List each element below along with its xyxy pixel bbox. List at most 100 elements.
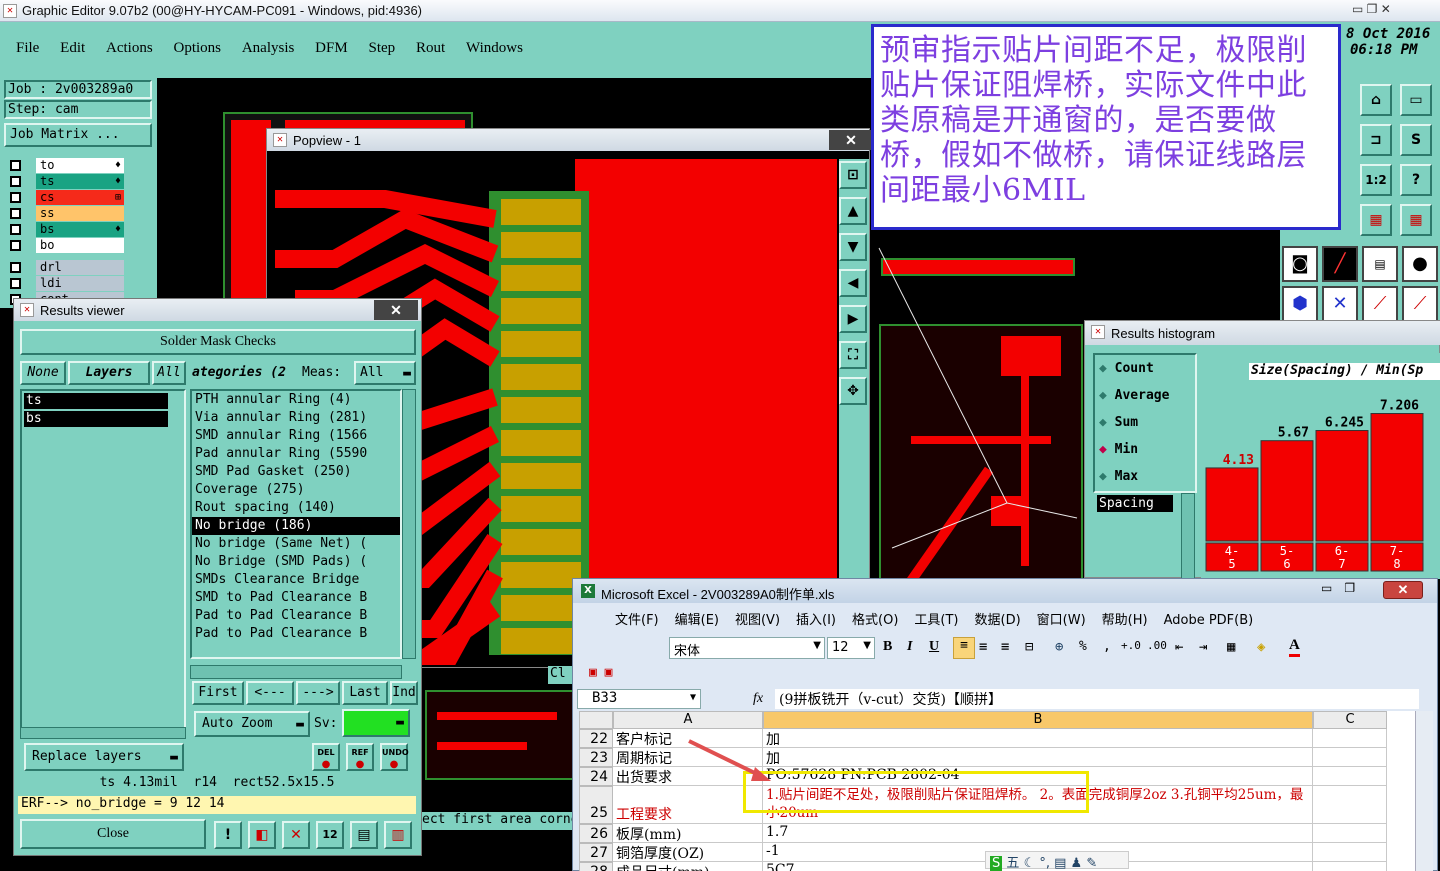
category-item[interactable]: Pad to Pad Clearance B bbox=[192, 625, 400, 643]
category-vscroll[interactable] bbox=[402, 389, 416, 659]
menu-rout[interactable]: Rout bbox=[416, 40, 445, 57]
row-header[interactable]: 27 bbox=[579, 843, 613, 862]
underline-button[interactable]: U bbox=[929, 639, 939, 655]
menu-step[interactable]: Step bbox=[369, 40, 396, 57]
row-header[interactable]: 25 bbox=[579, 786, 613, 824]
layer-checkbox[interactable] bbox=[10, 240, 21, 251]
histogram-option-average[interactable]: ◆ Average bbox=[1099, 388, 1169, 403]
excel-menu-file[interactable]: 文件(F) bbox=[615, 613, 659, 628]
layers-a-icon[interactable]: ▦ bbox=[1360, 204, 1392, 236]
category-list[interactable]: PTH annular Ring (4) Via annular Ring (28… bbox=[190, 389, 402, 659]
ind-button[interactable]: Ind bbox=[390, 681, 418, 705]
net-icon[interactable]: ⬢ bbox=[1282, 286, 1318, 322]
borders-button[interactable]: ▦ bbox=[1227, 639, 1235, 655]
home-icon[interactable]: ⌂ bbox=[1360, 84, 1392, 116]
category-item[interactable]: Coverage (275) bbox=[192, 481, 400, 499]
histogram-bar[interactable] bbox=[1205, 467, 1259, 542]
auto-zoom-select[interactable]: Auto Zoom ▬ bbox=[194, 711, 310, 737]
category-item[interactable]: Pad to Pad Clearance B bbox=[192, 607, 400, 625]
next-button[interactable]: ---> bbox=[296, 681, 340, 705]
cell-c[interactable] bbox=[1313, 786, 1387, 824]
menu-windows[interactable]: Windows bbox=[466, 40, 523, 57]
layer-row-drl[interactable]: drl bbox=[8, 260, 124, 275]
merge-button[interactable]: ⊟ bbox=[1025, 639, 1033, 655]
cell-a[interactable]: 铜箔厚度(OZ) bbox=[613, 843, 763, 862]
category-item[interactable]: No Bridge (SMD Pads) ( bbox=[192, 553, 400, 571]
undo-button[interactable]: UNDO ● bbox=[380, 743, 409, 771]
results-layer-item[interactable]: bs bbox=[24, 411, 168, 427]
mark-icon[interactable]: ! bbox=[214, 821, 242, 849]
excel-window-controls[interactable]: ▭❐ bbox=[1321, 581, 1367, 595]
cell-b[interactable]: 加 bbox=[763, 748, 1313, 767]
layer-checkbox[interactable] bbox=[10, 208, 21, 219]
line-tool-icon[interactable]: ╱ bbox=[1322, 246, 1358, 282]
histogram-scroll[interactable] bbox=[1181, 493, 1195, 579]
zoom-window-icon[interactable]: ⊡ bbox=[839, 161, 867, 189]
all-layers-button[interactable]: All bbox=[152, 361, 186, 385]
font-color-button[interactable]: A bbox=[1289, 637, 1300, 657]
currency-button[interactable]: ⊕ bbox=[1055, 639, 1063, 655]
report-icon[interactable]: ▤ bbox=[350, 821, 378, 849]
pad-tool-icon[interactable]: ◙ bbox=[1282, 246, 1318, 282]
category-item[interactable]: Rout spacing (140) bbox=[192, 499, 400, 517]
font-select[interactable]: 宋体 ▼ bbox=[669, 637, 825, 659]
results-viewer-close-button[interactable]: ✕ bbox=[374, 300, 418, 320]
excel-menu-format[interactable]: 格式(O) bbox=[852, 613, 898, 628]
window-controls[interactable]: ▭ ❐ ✕ bbox=[1352, 2, 1391, 16]
layers-b-icon[interactable]: ▦ bbox=[1400, 204, 1432, 236]
name-box[interactable]: B33 ▼ bbox=[577, 689, 701, 709]
italic-button[interactable]: I bbox=[907, 639, 912, 655]
del-button[interactable]: DEL ● bbox=[312, 743, 340, 771]
ime-toolbar[interactable]: S 五 ☾ °, ▤ ♟ ✎ bbox=[985, 851, 1129, 871]
excel-menu-window[interactable]: 窗口(W) bbox=[1037, 613, 1086, 628]
size-select[interactable]: 12 ▼ bbox=[827, 637, 875, 659]
cell-a[interactable]: 工程要求 bbox=[613, 786, 763, 824]
align-right-button[interactable]: ≡ bbox=[1001, 639, 1009, 655]
histogram-bar[interactable] bbox=[1370, 413, 1424, 542]
scale-icon[interactable]: 1:2 bbox=[1360, 164, 1392, 196]
help-icon[interactable]: ? bbox=[1400, 164, 1432, 196]
pdf-convert-icon[interactable]: ▣ bbox=[589, 665, 597, 680]
popview-close-button[interactable]: ✕ bbox=[829, 130, 873, 150]
histogram-bar[interactable] bbox=[1260, 440, 1314, 542]
sv-select[interactable]: ▬ bbox=[342, 709, 410, 737]
cell-c[interactable] bbox=[1313, 862, 1387, 871]
connect-b-icon[interactable]: ⟋ bbox=[1402, 286, 1438, 322]
layer-row-ldi[interactable]: ldi bbox=[8, 276, 124, 291]
last-button[interactable]: Last bbox=[342, 681, 388, 705]
cell-b[interactable]: 加 bbox=[763, 729, 1313, 748]
histogram-icon-button[interactable]: ▥ bbox=[384, 821, 412, 849]
excel-menu-data[interactable]: 数据(D) bbox=[975, 613, 1021, 628]
connect-icon[interactable]: ⟋ bbox=[1362, 286, 1398, 322]
pan-right-icon[interactable]: ▶ bbox=[839, 305, 867, 333]
row-header[interactable]: 23 bbox=[579, 748, 613, 767]
close-button[interactable]: Close bbox=[20, 819, 206, 849]
layer-checkbox[interactable] bbox=[10, 224, 21, 235]
layers-button[interactable]: Layers bbox=[68, 361, 150, 385]
zoom-up-icon[interactable]: ▲ bbox=[839, 197, 867, 225]
excel-menu-insert[interactable]: 插入(I) bbox=[796, 613, 836, 628]
category-item[interactable]: Via annular Ring (281) bbox=[192, 409, 400, 427]
ref-button[interactable]: REF ● bbox=[346, 743, 374, 771]
align-left-button[interactable]: ≡ bbox=[953, 637, 975, 659]
nav-icon[interactable]: ⊐ bbox=[1360, 124, 1392, 156]
corner-cell[interactable] bbox=[579, 711, 613, 729]
histogram-option-sum[interactable]: ◆ Sum bbox=[1099, 415, 1138, 430]
move-icon[interactable]: ✥ bbox=[839, 377, 867, 405]
pdf-mail-icon[interactable]: ▣ bbox=[605, 665, 613, 680]
layer-row-bs[interactable]: bs ♦ bbox=[8, 222, 124, 237]
excel-menu-adobe[interactable]: Adobe PDF(B) bbox=[1164, 613, 1254, 628]
increase-decimal-button[interactable]: +.0 bbox=[1121, 639, 1141, 652]
zoom-result-icon[interactable]: ◧ bbox=[248, 821, 276, 849]
row-header[interactable]: 26 bbox=[579, 824, 613, 843]
category-item[interactable]: Pad annular Ring (5590 bbox=[192, 445, 400, 463]
spacing-selector[interactable]: Spacing bbox=[1097, 495, 1173, 512]
circle-tool-icon[interactable]: ● bbox=[1402, 246, 1438, 282]
row-header[interactable]: 22 bbox=[579, 729, 613, 748]
meas-select[interactable]: All ▬ bbox=[354, 361, 416, 385]
cell-c[interactable] bbox=[1313, 767, 1387, 786]
layer-list-hscroll[interactable] bbox=[20, 727, 186, 739]
decrease-decimal-button[interactable]: .00 bbox=[1147, 639, 1167, 652]
category-item[interactable]: PTH annular Ring (4) bbox=[192, 391, 400, 409]
cell-a[interactable]: 板厚(mm) bbox=[613, 824, 763, 843]
